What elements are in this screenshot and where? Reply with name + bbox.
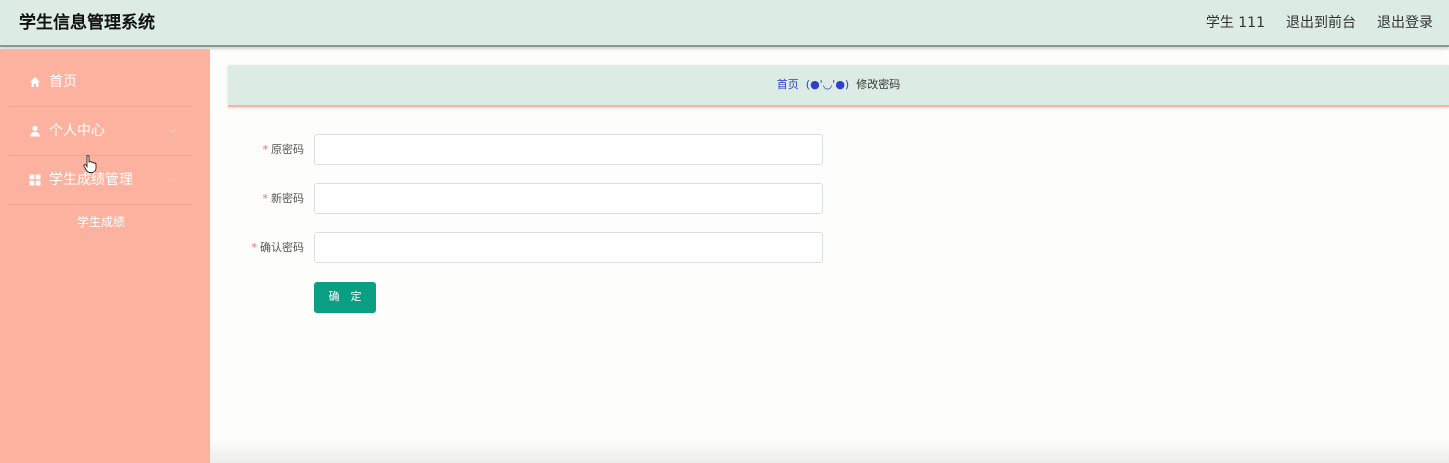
confirm-password-row: * 确认密码 bbox=[240, 232, 830, 264]
sidebar-item-grade-management[interactable]: 学生成绩管理 bbox=[9, 157, 193, 205]
user-icon bbox=[30, 125, 40, 137]
required-mark: * bbox=[251, 241, 258, 254]
sidebar-subitem-student-grades[interactable]: 学生成绩 bbox=[9, 213, 193, 231]
new-password-input[interactable] bbox=[314, 183, 823, 214]
chevron-down-icon bbox=[168, 177, 177, 183]
logout-link[interactable]: 退出登录 bbox=[1377, 13, 1433, 33]
confirm-password-label: * 确认密码 bbox=[252, 240, 305, 256]
required-mark: * bbox=[262, 192, 269, 205]
app-title: 学生信息管理系统 bbox=[19, 13, 155, 33]
breadcrumb-current: 修改密码 bbox=[856, 78, 901, 91]
new-password-row: * 新密码 bbox=[240, 183, 830, 215]
breadcrumb-separator: (●'◡'●) bbox=[805, 78, 850, 91]
breadcrumb-bar: 首页 (●'◡'●) 修改密码 bbox=[228, 65, 1449, 107]
back-to-front-link[interactable]: 退出到前台 bbox=[1286, 13, 1356, 33]
sidebar-item-label: 首页 bbox=[49, 74, 77, 90]
top-links: 学生 111 退出到前台 退出登录 bbox=[1206, 13, 1433, 33]
bottom-shadow bbox=[210, 440, 1449, 463]
home-icon bbox=[30, 77, 40, 87]
field-label-text: 新密码 bbox=[271, 192, 304, 205]
old-password-label: * 原密码 bbox=[263, 142, 305, 158]
breadcrumb: 首页 (●'◡'●) 修改密码 bbox=[228, 77, 1449, 93]
required-mark: * bbox=[262, 143, 269, 156]
confirm-button[interactable]: 确 定 bbox=[314, 282, 376, 313]
old-password-input[interactable] bbox=[314, 134, 823, 165]
sidebar-item-label: 个人中心 bbox=[49, 123, 105, 139]
confirm-password-input[interactable] bbox=[314, 232, 823, 263]
current-user-label: 学生 111 bbox=[1205, 15, 1265, 31]
grid-icon bbox=[29, 174, 41, 186]
old-password-row: * 原密码 bbox=[240, 134, 830, 166]
sidebar: 首页 个人中心 学生成绩管理 学生成绩 bbox=[0, 49, 210, 463]
top-bar: 学生信息管理系统 学生 111 退出到前台 退出登录 bbox=[0, 0, 1449, 47]
field-label-text: 原密码 bbox=[271, 143, 304, 156]
new-password-label: * 新密码 bbox=[263, 191, 305, 207]
chevron-down-icon bbox=[168, 128, 177, 134]
breadcrumb-home-link[interactable]: 首页 bbox=[777, 78, 799, 91]
hand-cursor-icon bbox=[83, 154, 97, 173]
field-label-text: 确认密码 bbox=[260, 241, 304, 254]
sidebar-item-home[interactable]: 首页 bbox=[9, 59, 193, 107]
sidebar-item-personal-center[interactable]: 个人中心 bbox=[9, 108, 193, 156]
